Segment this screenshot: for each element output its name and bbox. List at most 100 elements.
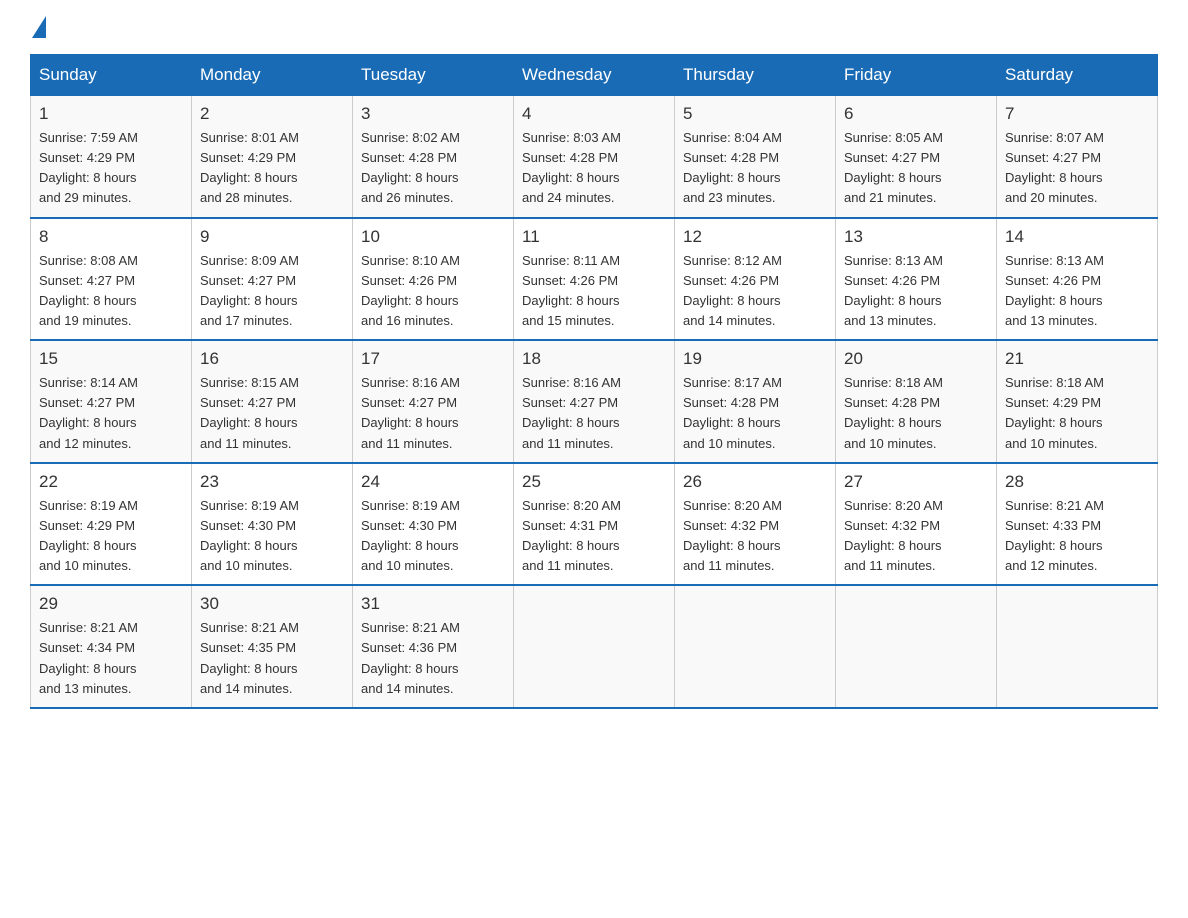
week-row-2: 8 Sunrise: 8:08 AMSunset: 4:27 PMDaylight…: [31, 218, 1158, 341]
day-cell: 24 Sunrise: 8:19 AMSunset: 4:30 PMDayligh…: [353, 463, 514, 586]
day-cell: 6 Sunrise: 8:05 AMSunset: 4:27 PMDaylight…: [836, 96, 997, 218]
day-number: 10: [361, 227, 505, 247]
day-info: Sunrise: 8:01 AMSunset: 4:29 PMDaylight:…: [200, 130, 299, 205]
day-cell: 7Sunrise: 8:07 AMSunset: 4:27 PMDaylight…: [997, 96, 1158, 218]
day-cell: 12 Sunrise: 8:12 AMSunset: 4:26 PMDayligh…: [675, 218, 836, 341]
day-info: Sunrise: 8:02 AMSunset: 4:28 PMDaylight:…: [361, 130, 460, 205]
day-number: 25: [522, 472, 666, 492]
day-cell: 9 Sunrise: 8:09 AMSunset: 4:27 PMDaylight…: [192, 218, 353, 341]
day-number: 27: [844, 472, 988, 492]
day-info: Sunrise: 8:19 AMSunset: 4:29 PMDaylight:…: [39, 498, 138, 573]
day-info: Sunrise: 8:12 AMSunset: 4:26 PMDaylight:…: [683, 253, 782, 328]
day-cell: 15Sunrise: 8:14 AMSunset: 4:27 PMDayligh…: [31, 340, 192, 463]
day-number: 30: [200, 594, 344, 614]
day-number: 28: [1005, 472, 1149, 492]
day-info: Sunrise: 8:20 AMSunset: 4:32 PMDaylight:…: [844, 498, 943, 573]
day-cell: 11 Sunrise: 8:11 AMSunset: 4:26 PMDayligh…: [514, 218, 675, 341]
day-info: Sunrise: 8:07 AMSunset: 4:27 PMDaylight:…: [1005, 130, 1104, 205]
day-cell: 30 Sunrise: 8:21 AMSunset: 4:35 PMDayligh…: [192, 585, 353, 708]
day-cell: 29 Sunrise: 8:21 AMSunset: 4:34 PMDayligh…: [31, 585, 192, 708]
day-number: 18: [522, 349, 666, 369]
day-cell: [997, 585, 1158, 708]
day-info: Sunrise: 8:11 AMSunset: 4:26 PMDaylight:…: [522, 253, 620, 328]
day-number: 29: [39, 594, 183, 614]
day-number: 31: [361, 594, 505, 614]
day-number: 17: [361, 349, 505, 369]
day-cell: 13 Sunrise: 8:13 AMSunset: 4:26 PMDayligh…: [836, 218, 997, 341]
day-cell: 31 Sunrise: 8:21 AMSunset: 4:36 PMDayligh…: [353, 585, 514, 708]
day-number: 26: [683, 472, 827, 492]
day-info: Sunrise: 8:15 AMSunset: 4:27 PMDaylight:…: [200, 375, 299, 450]
day-info: Sunrise: 8:21 AMSunset: 4:36 PMDaylight:…: [361, 620, 460, 695]
col-header-tuesday: Tuesday: [353, 55, 514, 96]
day-number: 8: [39, 227, 183, 247]
day-number: 9: [200, 227, 344, 247]
day-number: 2: [200, 104, 344, 124]
day-number: 13: [844, 227, 988, 247]
day-info: Sunrise: 8:21 AMSunset: 4:33 PMDaylight:…: [1005, 498, 1104, 573]
day-cell: 4Sunrise: 8:03 AMSunset: 4:28 PMDaylight…: [514, 96, 675, 218]
day-cell: 16 Sunrise: 8:15 AMSunset: 4:27 PMDayligh…: [192, 340, 353, 463]
logo-triangle-icon: [32, 16, 46, 38]
day-info: Sunrise: 8:09 AMSunset: 4:27 PMDaylight:…: [200, 253, 299, 328]
day-cell: 5Sunrise: 8:04 AMSunset: 4:28 PMDaylight…: [675, 96, 836, 218]
day-cell: 3 Sunrise: 8:02 AMSunset: 4:28 PMDaylight…: [353, 96, 514, 218]
day-number: 14: [1005, 227, 1149, 247]
day-cell: 2 Sunrise: 8:01 AMSunset: 4:29 PMDaylight…: [192, 96, 353, 218]
day-info: Sunrise: 8:19 AMSunset: 4:30 PMDaylight:…: [200, 498, 299, 573]
day-number: 22: [39, 472, 183, 492]
day-info: Sunrise: 8:21 AMSunset: 4:34 PMDaylight:…: [39, 620, 138, 695]
day-number: 19: [683, 349, 827, 369]
day-number: 23: [200, 472, 344, 492]
day-cell: 27 Sunrise: 8:20 AMSunset: 4:32 PMDayligh…: [836, 463, 997, 586]
day-number: 3: [361, 104, 505, 124]
day-cell: [675, 585, 836, 708]
col-header-wednesday: Wednesday: [514, 55, 675, 96]
calendar-table: SundayMondayTuesdayWednesdayThursdayFrid…: [30, 54, 1158, 709]
day-info: Sunrise: 8:13 AMSunset: 4:26 PMDaylight:…: [844, 253, 943, 328]
day-cell: 26 Sunrise: 8:20 AMSunset: 4:32 PMDayligh…: [675, 463, 836, 586]
day-number: 1: [39, 104, 183, 124]
day-number: 11: [522, 227, 666, 247]
week-row-5: 29 Sunrise: 8:21 AMSunset: 4:34 PMDayligh…: [31, 585, 1158, 708]
day-number: 15: [39, 349, 183, 369]
day-info: Sunrise: 8:20 AMSunset: 4:32 PMDaylight:…: [683, 498, 782, 573]
day-info: Sunrise: 8:05 AMSunset: 4:27 PMDaylight:…: [844, 130, 943, 205]
day-info: Sunrise: 8:13 AMSunset: 4:26 PMDaylight:…: [1005, 253, 1104, 328]
day-info: Sunrise: 8:08 AMSunset: 4:27 PMDaylight:…: [39, 253, 138, 328]
day-info: Sunrise: 8:16 AMSunset: 4:27 PMDaylight:…: [522, 375, 621, 450]
day-number: 4: [522, 104, 666, 124]
day-cell: 22 Sunrise: 8:19 AMSunset: 4:29 PMDayligh…: [31, 463, 192, 586]
day-cell: 25Sunrise: 8:20 AMSunset: 4:31 PMDayligh…: [514, 463, 675, 586]
day-info: Sunrise: 8:19 AMSunset: 4:30 PMDaylight:…: [361, 498, 460, 573]
day-cell: 19 Sunrise: 8:17 AMSunset: 4:28 PMDayligh…: [675, 340, 836, 463]
day-cell: 17 Sunrise: 8:16 AMSunset: 4:27 PMDayligh…: [353, 340, 514, 463]
day-info: Sunrise: 8:18 AMSunset: 4:29 PMDaylight:…: [1005, 375, 1104, 450]
day-number: 6: [844, 104, 988, 124]
day-info: Sunrise: 8:16 AMSunset: 4:27 PMDaylight:…: [361, 375, 460, 450]
day-info: Sunrise: 8:18 AMSunset: 4:28 PMDaylight:…: [844, 375, 943, 450]
day-number: 21: [1005, 349, 1149, 369]
day-cell: [514, 585, 675, 708]
calendar-header-row: SundayMondayTuesdayWednesdayThursdayFrid…: [31, 55, 1158, 96]
day-number: 12: [683, 227, 827, 247]
day-cell: 20 Sunrise: 8:18 AMSunset: 4:28 PMDayligh…: [836, 340, 997, 463]
day-info: Sunrise: 8:21 AMSunset: 4:35 PMDaylight:…: [200, 620, 299, 695]
day-cell: 14 Sunrise: 8:13 AMSunset: 4:26 PMDayligh…: [997, 218, 1158, 341]
col-header-sunday: Sunday: [31, 55, 192, 96]
page-header: [30, 20, 1158, 34]
week-row-3: 15Sunrise: 8:14 AMSunset: 4:27 PMDayligh…: [31, 340, 1158, 463]
day-number: 20: [844, 349, 988, 369]
col-header-monday: Monday: [192, 55, 353, 96]
day-number: 16: [200, 349, 344, 369]
week-row-4: 22 Sunrise: 8:19 AMSunset: 4:29 PMDayligh…: [31, 463, 1158, 586]
day-cell: 1Sunrise: 7:59 AMSunset: 4:29 PMDaylight…: [31, 96, 192, 218]
day-cell: 18 Sunrise: 8:16 AMSunset: 4:27 PMDayligh…: [514, 340, 675, 463]
col-header-thursday: Thursday: [675, 55, 836, 96]
day-info: Sunrise: 8:10 AMSunset: 4:26 PMDaylight:…: [361, 253, 460, 328]
day-number: 24: [361, 472, 505, 492]
day-number: 5: [683, 104, 827, 124]
day-info: Sunrise: 8:17 AMSunset: 4:28 PMDaylight:…: [683, 375, 782, 450]
logo: [30, 20, 46, 34]
day-cell: 21 Sunrise: 8:18 AMSunset: 4:29 PMDayligh…: [997, 340, 1158, 463]
